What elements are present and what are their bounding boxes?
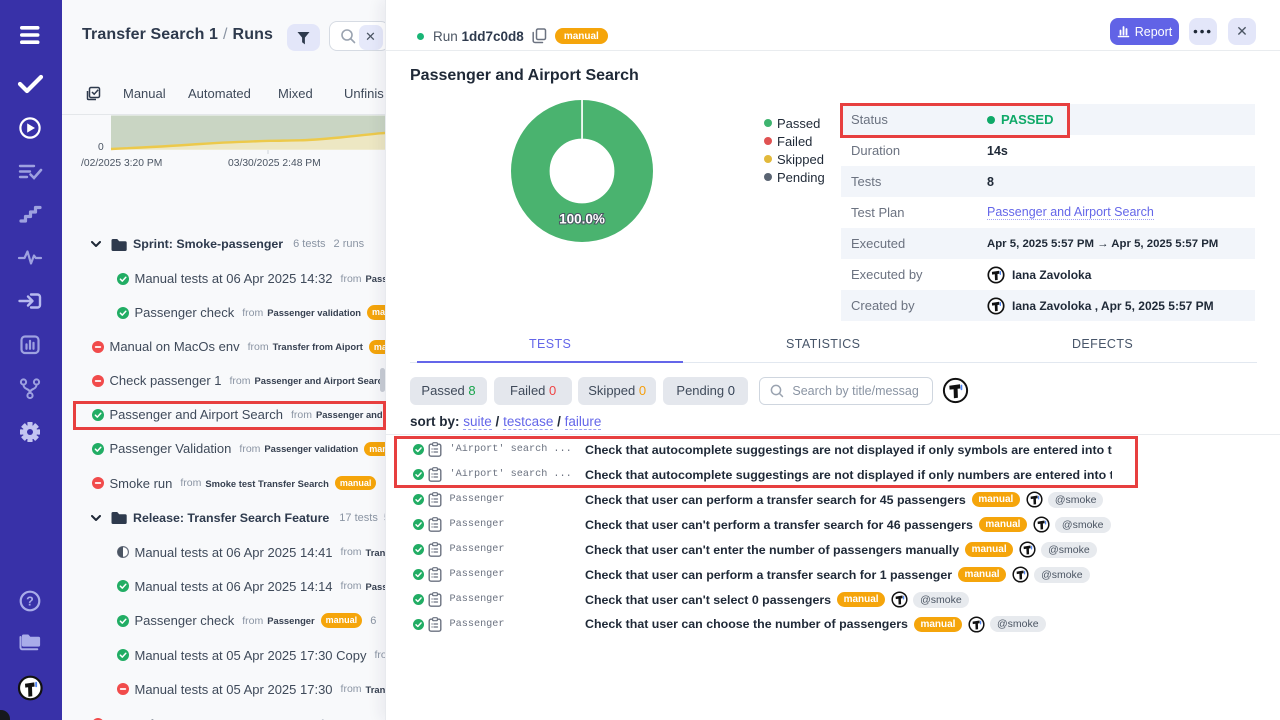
svg-text:100.0%: 100.0%: [559, 211, 605, 226]
svg-text:?: ?: [26, 595, 34, 609]
